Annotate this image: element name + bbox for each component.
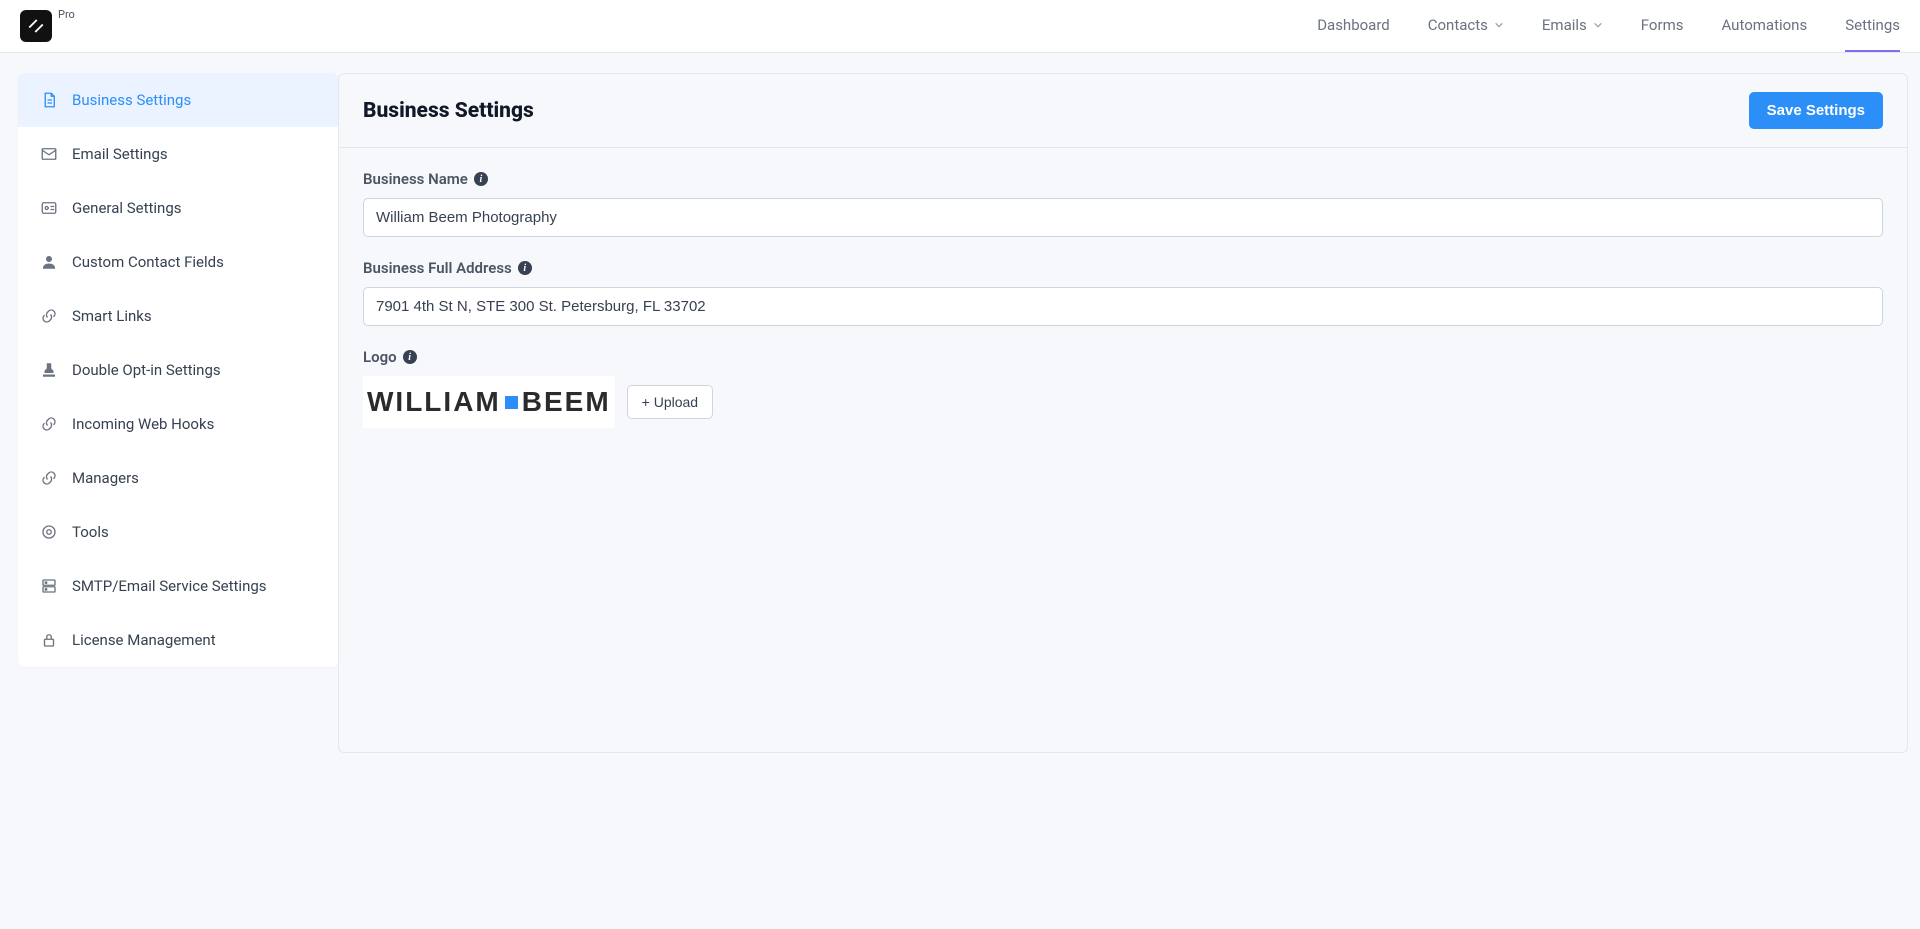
nav-label: Contacts [1428, 16, 1488, 34]
sidebar-item-label: Double Opt-in Settings [72, 361, 221, 379]
nav-contacts[interactable]: Contacts [1428, 0, 1504, 52]
info-icon[interactable]: i [474, 172, 488, 186]
logo-text-left: WILLIAM [367, 386, 501, 418]
gear-icon [40, 523, 58, 541]
nav-dashboard[interactable]: Dashboard [1317, 0, 1390, 52]
field-label: Business Full Address i [363, 259, 1883, 277]
label-text: Business Name [363, 170, 468, 188]
sidebar-item-tools[interactable]: Tools [18, 505, 338, 559]
main-content: Business Settings Email Settings General… [0, 53, 1920, 773]
top-bar: Pro Dashboard Contacts Emails Forms Auto… [0, 0, 1920, 53]
sidebar-item-smart-links[interactable]: Smart Links [18, 289, 338, 343]
logo-image: WILLIAM BEEM [367, 386, 611, 418]
sidebar-item-double-opt-in-settings[interactable]: Double Opt-in Settings [18, 343, 338, 397]
sidebar-item-label: General Settings [72, 199, 182, 217]
main-nav: Dashboard Contacts Emails Forms Automati… [1317, 0, 1900, 52]
info-icon[interactable]: i [518, 261, 532, 275]
settings-sidebar: Business Settings Email Settings General… [18, 73, 338, 667]
logo-preview: WILLIAM BEEM [363, 376, 615, 428]
nav-forms[interactable]: Forms [1641, 0, 1684, 52]
sidebar-item-label: Managers [72, 469, 139, 487]
chevron-down-icon [1593, 20, 1603, 30]
sidebar-item-custom-contact-fields[interactable]: Custom Contact Fields [18, 235, 338, 289]
sidebar-item-email-settings[interactable]: Email Settings [18, 127, 338, 181]
nav-label: Emails [1542, 16, 1587, 34]
content-panel: Business Settings Save Settings Business… [338, 73, 1908, 753]
sidebar-item-label: Business Settings [72, 91, 191, 109]
link-icon [40, 307, 58, 325]
upload-logo-button[interactable]: + Upload [627, 385, 713, 419]
lock-icon [40, 631, 58, 649]
field-logo: Logo i WILLIAM BEEM + Upload [363, 348, 1883, 428]
sidebar-item-business-settings[interactable]: Business Settings [18, 73, 338, 127]
nav-automations[interactable]: Automations [1721, 0, 1807, 52]
chevron-down-icon [1494, 20, 1504, 30]
settings-card-icon [40, 199, 58, 217]
field-label: Business Name i [363, 170, 1883, 188]
nav-label: Forms [1641, 16, 1684, 34]
sidebar-item-label: License Management [72, 631, 216, 649]
label-text: Logo [363, 348, 397, 366]
field-business-address: Business Full Address i [363, 259, 1883, 326]
brand-logo-icon [20, 10, 52, 42]
envelope-icon [40, 145, 58, 163]
business-address-input[interactable] [363, 287, 1883, 326]
sidebar-item-license-management[interactable]: License Management [18, 613, 338, 667]
sidebar-item-smtp-email-service-settings[interactable]: SMTP/Email Service Settings [18, 559, 338, 613]
page-title: Business Settings [363, 99, 534, 123]
logo-square-icon [505, 396, 518, 409]
logo-text-right: BEEM [522, 386, 611, 418]
nav-emails[interactable]: Emails [1542, 0, 1603, 52]
sidebar-item-managers[interactable]: Managers [18, 451, 338, 505]
sidebar-item-label: Smart Links [72, 307, 152, 325]
brand-suffix: Pro [58, 8, 75, 21]
field-business-name: Business Name i [363, 170, 1883, 237]
content-header: Business Settings Save Settings [339, 74, 1907, 148]
sidebar-item-label: Tools [72, 523, 109, 541]
save-settings-button[interactable]: Save Settings [1749, 92, 1883, 129]
document-icon [40, 91, 58, 109]
brand: Pro [20, 10, 75, 42]
sidebar-item-incoming-web-hooks[interactable]: Incoming Web Hooks [18, 397, 338, 451]
field-label: Logo i [363, 348, 1883, 366]
person-icon [40, 253, 58, 271]
content-body: Business Name i Business Full Address i … [339, 148, 1907, 472]
business-name-input[interactable] [363, 198, 1883, 237]
link-icon [40, 415, 58, 433]
nav-label: Settings [1845, 16, 1900, 34]
logo-row: WILLIAM BEEM + Upload [363, 376, 1883, 428]
sidebar-item-label: Custom Contact Fields [72, 253, 224, 271]
sidebar-item-label: Incoming Web Hooks [72, 415, 214, 433]
sidebar-item-label: Email Settings [72, 145, 168, 163]
nav-settings[interactable]: Settings [1845, 0, 1900, 52]
server-icon [40, 577, 58, 595]
stamp-icon [40, 361, 58, 379]
info-icon[interactable]: i [403, 350, 417, 364]
nav-label: Dashboard [1317, 16, 1390, 34]
link-icon [40, 469, 58, 487]
sidebar-item-label: SMTP/Email Service Settings [72, 577, 267, 595]
nav-label: Automations [1721, 16, 1807, 34]
label-text: Business Full Address [363, 259, 512, 277]
sidebar-item-general-settings[interactable]: General Settings [18, 181, 338, 235]
